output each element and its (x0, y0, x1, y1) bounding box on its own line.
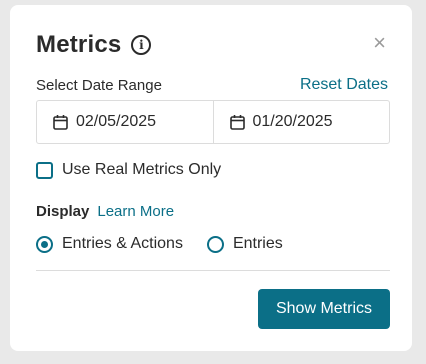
reset-dates-link[interactable]: Reset Dates (300, 76, 388, 94)
display-header: Display Learn More (36, 203, 174, 220)
learn-more-link[interactable]: Learn More (97, 203, 174, 220)
start-date-field[interactable]: 02/05/2025 (37, 101, 213, 143)
real-metrics-checkbox[interactable] (36, 161, 53, 179)
close-icon[interactable]: × (373, 32, 386, 54)
calendar-icon (53, 115, 68, 130)
dialog-header: Metrics i (36, 31, 152, 59)
radio-label: Entries & Actions (62, 235, 183, 252)
radio-button[interactable] (206, 235, 224, 253)
info-icon[interactable]: i (131, 35, 152, 55)
calendar-icon (229, 115, 245, 130)
metrics-dialog: Metrics i × Select Date Range Reset Date… (10, 5, 412, 351)
display-label: Display (36, 203, 90, 220)
real-metrics-option[interactable]: Use Real Metrics Only (36, 161, 221, 179)
divider (36, 270, 390, 271)
end-date-value: 01/20/2025 (252, 113, 333, 130)
display-options: Entries & Actions Entries (36, 235, 307, 253)
start-date-value: 02/05/2025 (76, 113, 157, 130)
end-date-field[interactable]: 01/20/2025 (212, 101, 390, 143)
radio-entries[interactable]: Entries (206, 235, 283, 253)
radio-entries-actions[interactable]: Entries & Actions (36, 235, 183, 253)
radio-button-selected[interactable] (36, 235, 53, 253)
dialog-title: Metrics (36, 31, 122, 58)
date-range-label: Select Date Range (36, 76, 162, 94)
real-metrics-label: Use Real Metrics Only (62, 161, 222, 178)
radio-label: Entries (232, 235, 283, 252)
date-range-header: Select Date Range Reset Dates (36, 76, 388, 94)
show-metrics-button[interactable]: Show Metrics (258, 289, 390, 329)
date-range-picker: 02/05/2025 01/20/2025 (36, 100, 390, 144)
